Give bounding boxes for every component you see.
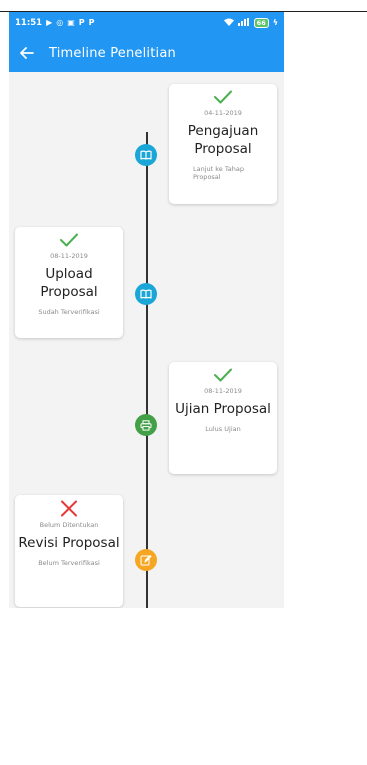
status-bar-right: 66 ϟ: [223, 18, 278, 28]
timeline-node-printer: [135, 414, 157, 436]
close-icon: [61, 500, 77, 517]
card-status: Sudah Terverifikasi: [38, 308, 100, 316]
edit-icon: [140, 554, 152, 566]
whatsapp-icon: ◎: [56, 18, 64, 27]
card-date: Belum Ditentukan: [39, 521, 99, 529]
timeline-line: [146, 132, 148, 608]
card-status: Lulus Ujian: [205, 425, 241, 433]
page-title: Timeline Penelitian: [49, 45, 176, 61]
card-status: Belum Terverifikasi: [38, 559, 100, 567]
timeline-card-upload-proposal[interactable]: 08-11-2019 Upload Proposal Sudah Terveri…: [15, 227, 123, 338]
check-icon: [214, 90, 232, 104]
timeline-node-edit: [135, 549, 157, 571]
card-date: 08-11-2019: [50, 252, 88, 260]
app-bar: Timeline Penelitian: [9, 34, 284, 72]
phone-screen: 11:51 ▶ ◎ ▣ P P 66 ϟ Timeline Penelitian…: [9, 12, 284, 608]
book-icon: [140, 289, 152, 299]
back-button[interactable]: [9, 34, 45, 72]
card-title: Upload Proposal: [40, 266, 98, 300]
card-date: 04-11-2019: [204, 109, 242, 117]
printer-icon: [140, 419, 152, 431]
wifi-icon: [223, 18, 234, 28]
p-icon: P: [88, 18, 95, 27]
screenshot-frame: 11:51 ▶ ◎ ▣ P P 66 ϟ Timeline Penelitian…: [0, 0, 367, 765]
timeline-node-book: [135, 144, 157, 166]
card-status: Lanjut ke Tahap Proposal: [193, 165, 244, 181]
timeline-content: 04-11-2019 Pengajuan Proposal Lanjut ke …: [9, 72, 284, 608]
arrow-left-icon: [20, 47, 34, 59]
card-title: Pengajuan Proposal: [187, 123, 259, 157]
gallery-icon: ▣: [67, 18, 75, 27]
battery-indicator: 66: [253, 18, 269, 28]
signal-icon: [237, 18, 250, 28]
status-bar: 11:51 ▶ ◎ ▣ P P 66 ϟ: [9, 12, 284, 34]
card-date: 08-11-2019: [204, 387, 242, 395]
p-icon: P: [78, 18, 85, 27]
card-title: Ujian Proposal: [175, 401, 271, 417]
timeline-node-book: [135, 283, 157, 305]
check-icon: [214, 368, 232, 382]
charging-icon: ϟ: [272, 18, 278, 27]
timeline-card-pengajuan-proposal[interactable]: 04-11-2019 Pengajuan Proposal Lanjut ke …: [169, 84, 277, 204]
check-icon: [60, 233, 78, 247]
timeline-card-ujian-proposal[interactable]: 08-11-2019 Ujian Proposal Lulus Ujian: [169, 362, 277, 474]
book-icon: [140, 150, 152, 160]
card-title: Revisi Proposal: [18, 535, 120, 551]
timeline-card-revisi-proposal[interactable]: Belum Ditentukan Revisi Proposal Belum T…: [15, 495, 123, 607]
play-icon: ▶: [46, 18, 53, 27]
status-bar-left: 11:51 ▶ ◎ ▣ P P: [15, 18, 95, 28]
status-time: 11:51: [15, 18, 43, 28]
